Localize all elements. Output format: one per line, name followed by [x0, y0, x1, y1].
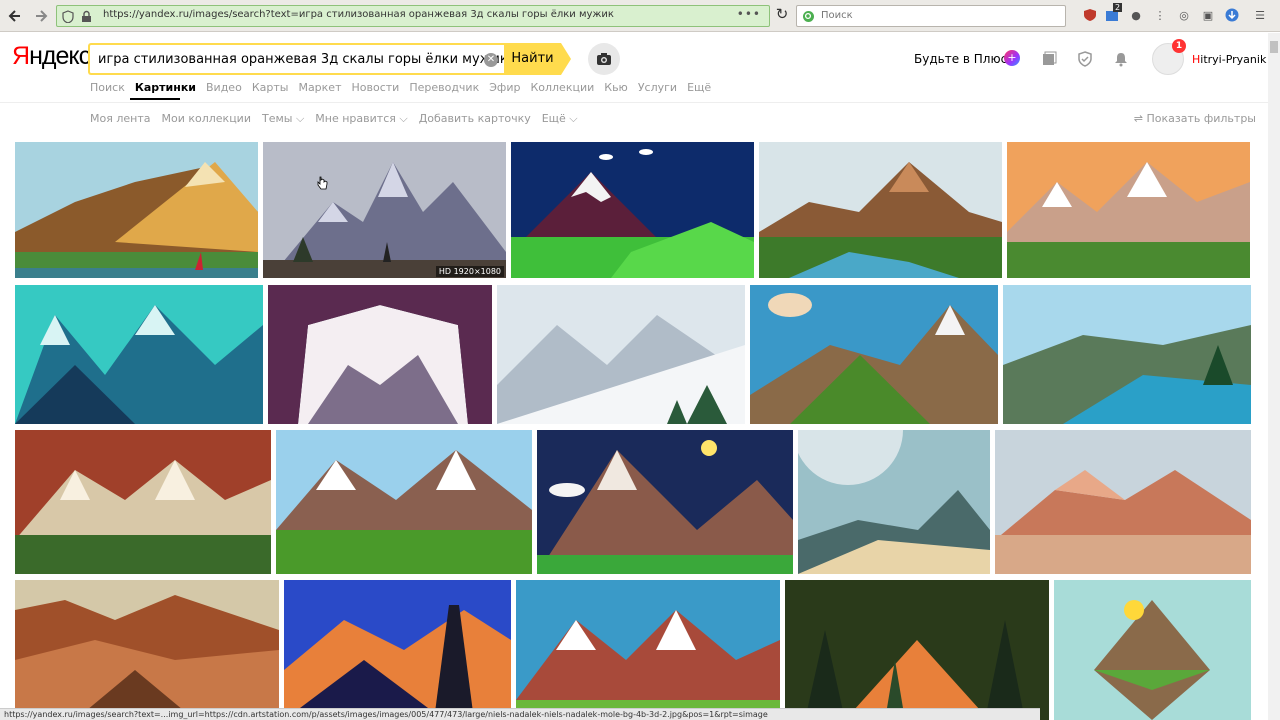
username[interactable]: Hitryi-Pryanik: [1192, 53, 1266, 66]
filters-icon: ⇌: [1133, 112, 1147, 125]
username-rest: itryi-Pryanik: [1200, 53, 1267, 66]
tab-translate[interactable]: Переводчик: [409, 81, 479, 97]
image-result-9[interactable]: [750, 285, 998, 424]
browser-toolbar: https://yandex.ru/images/search?text=игр…: [0, 0, 1280, 32]
tab-maps[interactable]: Карты: [252, 81, 289, 97]
tab-services[interactable]: Услуги: [638, 81, 677, 97]
status-url: https://yandex.ru/images/search?text=...…: [0, 708, 1040, 720]
reload-button[interactable]: ↻: [772, 5, 792, 27]
plus-icon: +: [1004, 50, 1020, 66]
active-tab-underline: [130, 98, 180, 100]
back-button[interactable]: [4, 5, 26, 27]
security-shield-icon[interactable]: [1076, 51, 1094, 69]
image-result-4[interactable]: [759, 142, 1002, 278]
reload-icon: ↻: [775, 5, 789, 23]
image-result-2[interactable]: HD 1920×1080: [263, 142, 506, 278]
tab-images[interactable]: Картинки: [135, 81, 196, 97]
subnav-my-collections[interactable]: Мои коллекции: [161, 112, 251, 126]
tab-video[interactable]: Видео: [206, 81, 242, 97]
lock-icon: [82, 10, 91, 22]
image-result-10[interactable]: [1003, 285, 1251, 424]
url-text: https://yandex.ru/images/search?text=игр…: [103, 9, 614, 20]
search-placeholder: Поиск: [821, 10, 853, 21]
tab-efir[interactable]: Эфир: [489, 81, 520, 97]
puzzle-icon[interactable]: ⋮: [1152, 7, 1168, 23]
image-result-7[interactable]: [268, 285, 492, 424]
image-row-1: HD 1920×1080: [15, 142, 1250, 278]
image-result-3[interactable]: [511, 142, 754, 278]
tab-market[interactable]: Маркет: [298, 81, 341, 97]
back-arrow-icon: [8, 10, 20, 22]
yandex-logo[interactable]: Яндекс: [12, 42, 91, 71]
image-result-13[interactable]: [537, 430, 793, 574]
image-result-20[interactable]: [1054, 580, 1251, 720]
extension-badge: 2: [1113, 3, 1123, 12]
subnav-more[interactable]: Ещё ⌵: [542, 112, 578, 126]
extension-icon[interactable]: 2: [1104, 3, 1123, 23]
menu-icon[interactable]: ☰: [1252, 7, 1268, 23]
images-subnav: Моя лента Мои коллекции Темы ⌵ Мне нрави…: [90, 112, 589, 126]
search-input[interactable]: игра стилизованная оранжевая 3д скалы го…: [88, 43, 508, 75]
page-actions-icon[interactable]: •••: [737, 7, 761, 21]
show-filters-link[interactable]: ⇌ Показать фильтры: [1134, 112, 1256, 125]
subnav-add-card[interactable]: Добавить карточку: [419, 112, 531, 126]
logo-rest: ндекс: [29, 42, 91, 70]
image-result-15[interactable]: [995, 430, 1251, 574]
image-result-12[interactable]: [276, 430, 532, 574]
ublock-icon[interactable]: [1082, 7, 1098, 23]
forward-arrow-icon: [36, 10, 48, 22]
subnav-themes[interactable]: Темы ⌵: [262, 112, 304, 126]
image-row-3: [15, 430, 1251, 574]
tab-news[interactable]: Новости: [352, 81, 400, 97]
image-result-8[interactable]: [497, 285, 745, 424]
image-result-5[interactable]: [1007, 142, 1250, 278]
image-result-11[interactable]: [15, 430, 271, 574]
hand-cursor-icon: [317, 176, 328, 190]
image-result-19[interactable]: [785, 580, 1049, 720]
hd-badge: HD 1920×1080: [435, 266, 504, 277]
browser-search-box[interactable]: Поиск: [796, 5, 1066, 27]
search-query-text: игра стилизованная оранжевая 3д скалы го…: [98, 52, 508, 67]
plus-link[interactable]: Будьте в Плюсе: [914, 52, 1015, 66]
clear-icon[interactable]: ✕: [484, 53, 498, 67]
notification-badge: 1: [1172, 39, 1186, 53]
camera-search-button[interactable]: [588, 43, 620, 75]
scrollbar-thumb[interactable]: [1270, 41, 1278, 53]
tab-collections[interactable]: Коллекции: [530, 81, 594, 97]
forward-button[interactable]: [30, 5, 52, 27]
logo-first-letter: Я: [12, 42, 30, 70]
image-result-14[interactable]: [798, 430, 990, 574]
collections-icon[interactable]: [1040, 51, 1058, 69]
find-button-arrow: [561, 43, 571, 75]
find-button[interactable]: Найти: [504, 43, 561, 75]
subnav-likes[interactable]: Мне нравится ⌵: [315, 112, 407, 126]
search-form: игра стилизованная оранжевая 3д скалы го…: [88, 43, 573, 75]
search-engine-icon: [803, 11, 814, 22]
shield-icon: [62, 10, 74, 23]
address-bar[interactable]: https://yandex.ru/images/search?text=игр…: [56, 5, 770, 27]
image-result-6[interactable]: [15, 285, 263, 424]
tab-more[interactable]: Ещё: [687, 81, 711, 97]
service-tabs: Поиск Картинки Видео Карты Маркет Новост…: [90, 81, 721, 100]
camera-icon: [597, 53, 611, 65]
yandex-header: Яндекс игра стилизованная оранжевая 3д с…: [0, 33, 1280, 103]
image-row-2: [15, 285, 1251, 424]
image-result-17[interactable]: [284, 580, 511, 720]
image-row-4: [15, 580, 1251, 720]
bell-icon[interactable]: [1112, 51, 1130, 69]
paw-icon[interactable]: ●: [1128, 7, 1144, 23]
page-scrollbar[interactable]: [1268, 33, 1280, 720]
tab-q[interactable]: Кью: [604, 81, 628, 97]
translate-icon[interactable]: ▣: [1200, 7, 1216, 23]
subnav-my-feed[interactable]: Моя лента: [90, 112, 150, 126]
filters-label: Показать фильтры: [1146, 112, 1256, 125]
image-result-18[interactable]: [516, 580, 780, 720]
tab-search[interactable]: Поиск: [90, 81, 125, 97]
image-result-16[interactable]: [15, 580, 279, 720]
image-result-1[interactable]: [15, 142, 258, 278]
download-icon[interactable]: [1224, 7, 1240, 23]
globe-icon[interactable]: ◎: [1176, 7, 1192, 23]
